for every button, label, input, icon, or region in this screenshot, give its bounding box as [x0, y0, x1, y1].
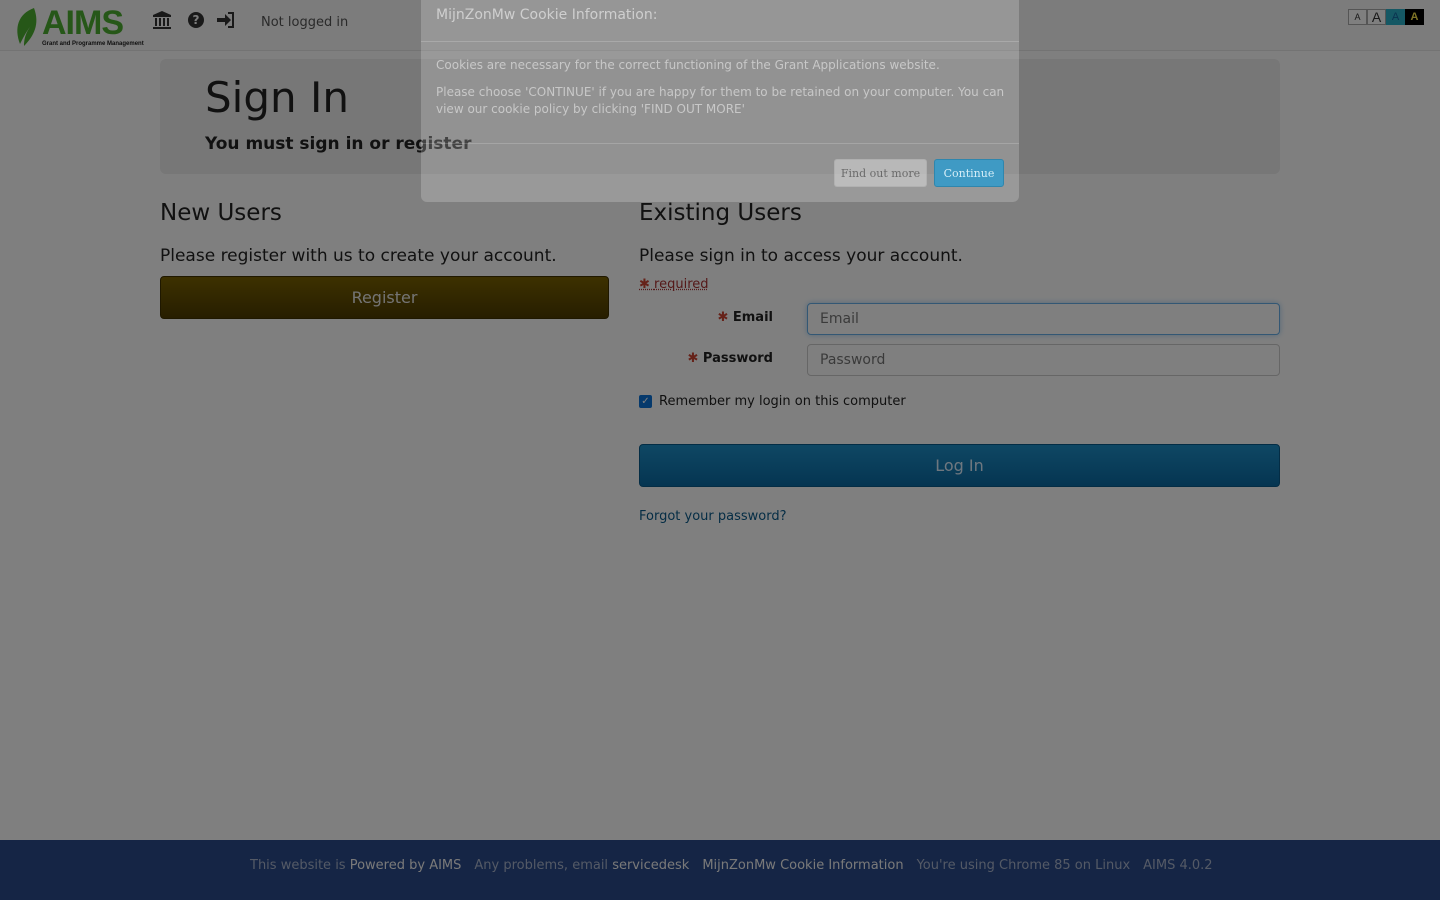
cookie-modal-title: MijnZonMw Cookie Information:	[436, 7, 658, 23]
continue-button[interactable]: Continue	[934, 159, 1004, 187]
modal-footer-divider	[421, 143, 1019, 144]
find-out-more-button[interactable]: Find out more	[834, 159, 927, 187]
cookie-modal: MijnZonMw Cookie Information: Cookies ar…	[421, 0, 1019, 202]
cookie-paragraph-1: Cookies are necessary for the correct fu…	[436, 58, 940, 72]
modal-header-divider	[421, 41, 1019, 42]
cookie-paragraph-2: Please choose 'CONTINUE' if you are happ…	[436, 85, 1005, 116]
